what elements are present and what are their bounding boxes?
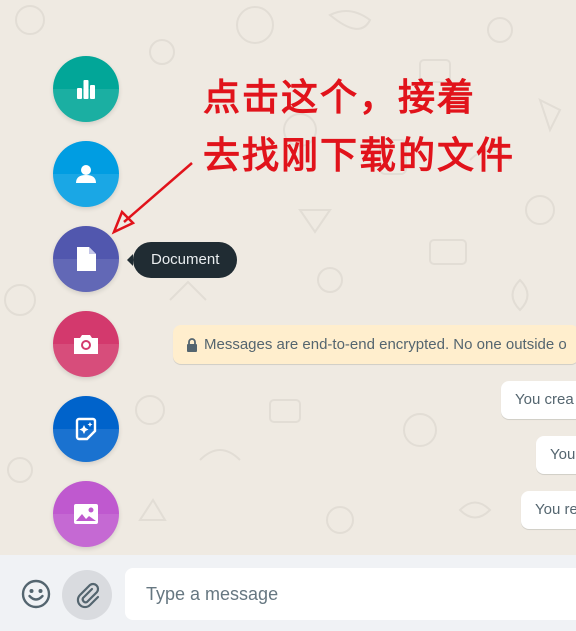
paperclip-icon xyxy=(76,582,100,609)
attach-button[interactable] xyxy=(62,570,112,620)
document-icon xyxy=(77,247,96,271)
emoji-icon xyxy=(21,579,51,609)
camera-icon xyxy=(74,335,98,354)
system-message: You crea xyxy=(501,381,576,419)
poll-icon xyxy=(77,80,95,99)
emoji-button[interactable] xyxy=(19,577,53,611)
photos-icon xyxy=(74,504,98,524)
message-input[interactable] xyxy=(125,568,576,620)
contact-icon xyxy=(76,165,96,183)
encryption-notice[interactable]: Messages are end-to-end encrypted. No on… xyxy=(173,325,576,364)
lock-icon xyxy=(187,337,197,352)
sticker-icon xyxy=(75,417,97,441)
system-message: You re xyxy=(521,491,576,529)
system-message: You xyxy=(536,436,576,474)
encryption-notice-text: Messages are end-to-end encrypted. No on… xyxy=(204,336,567,353)
